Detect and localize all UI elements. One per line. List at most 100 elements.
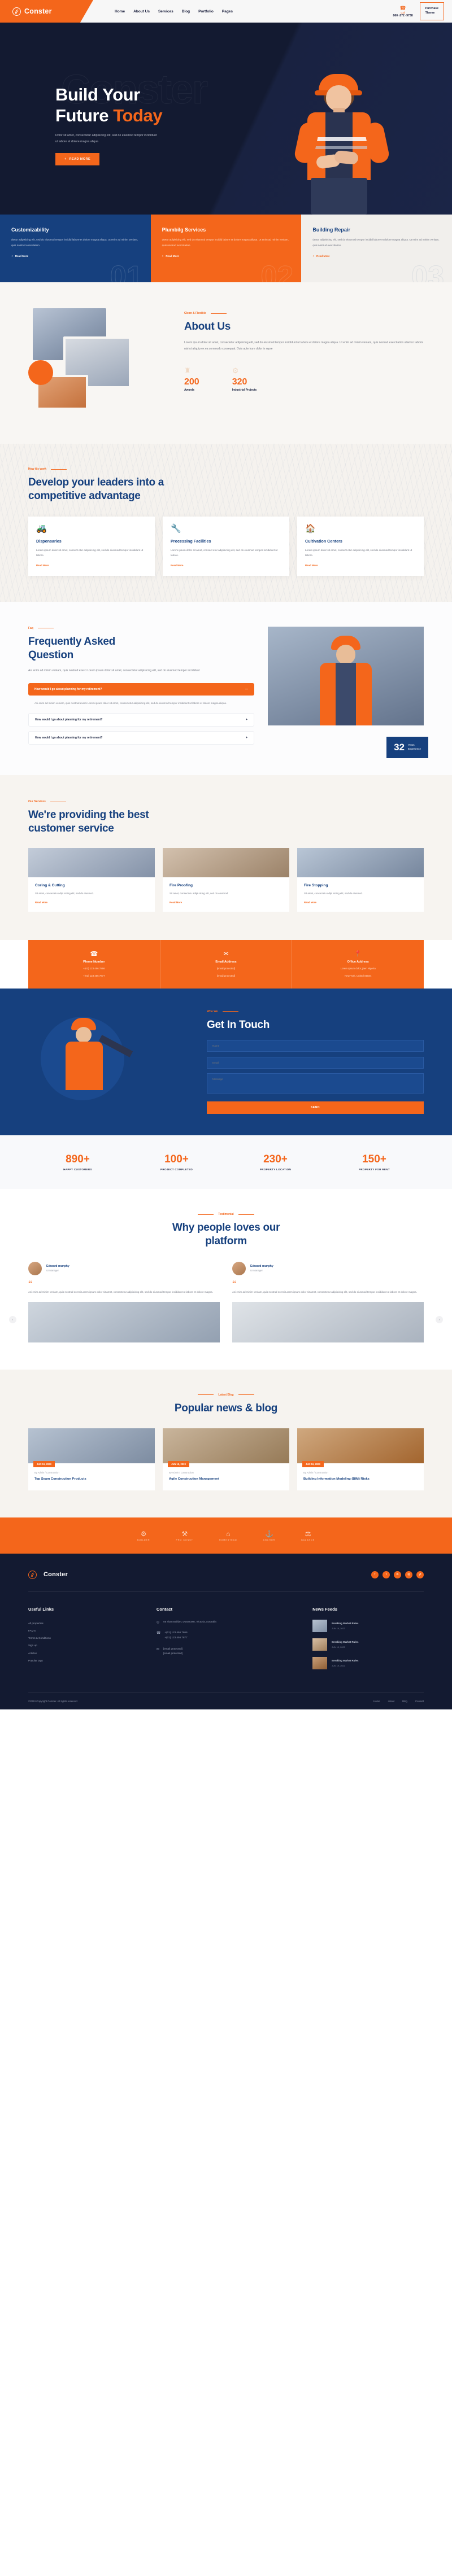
services-section: Our Services We're providing the best cu… xyxy=(0,775,452,940)
brand-label: PRO CONST xyxy=(176,1538,193,1541)
service-card-fire-proofing[interactable]: Fire Proofing Sit amet, consectetu adipi… xyxy=(163,847,289,912)
footer-link[interactable]: Articles xyxy=(28,1650,140,1657)
feature-title: Building Repair xyxy=(312,227,350,233)
stat-awards: ♜ 200 Awards xyxy=(184,367,199,392)
card-dispensaries[interactable]: 🚜 Dispensaries Lorem ipsum dolor sit ame… xyxy=(28,516,155,576)
carousel-next-button[interactable]: › xyxy=(436,1316,443,1324)
service-card-fire-stopping[interactable]: Fire Stopping Sit amet, consectetu adipi… xyxy=(297,847,424,912)
footer-news-feeds: News Feeds Breaking Market Rules JUN 19,… xyxy=(312,1607,424,1676)
cta-phone[interactable]: ☎ Phone Number +(01) 123 456 7866 +(01) … xyxy=(28,939,160,989)
footer-phones: +(01) 123 456 7866 +(01) 123 456 7877 xyxy=(164,1630,187,1640)
message-field[interactable] xyxy=(207,1073,424,1094)
card-title: Processing Facilities xyxy=(171,538,211,544)
feature-read-more[interactable]: + Read More xyxy=(11,255,140,257)
footer-link[interactable]: Sign up xyxy=(28,1642,140,1649)
footer-email-row: ✉ [email protected] [email protected] xyxy=(157,1647,295,1656)
blog-date: JUN 19, 2023 xyxy=(302,1461,324,1468)
hero-figure xyxy=(186,23,452,215)
testimonial-text: Asi enim ad minim veniam, quis nostrud e… xyxy=(232,1291,417,1294)
cta-strip: ☎ Phone Number +(01) 123 456 7866 +(01) … xyxy=(28,939,424,989)
footer-link[interactable]: Popular tags xyxy=(28,1657,140,1664)
service-text: Sit amet, consectetu adipi sicing elit, … xyxy=(169,891,229,895)
cta-address[interactable]: 📍 Office Address Lorem Ipsum dolor, jaen… xyxy=(292,940,424,989)
faq-question-toggle[interactable]: How would I go about planning for my ret… xyxy=(28,731,254,745)
contact-title: Get In Touch xyxy=(207,1018,270,1031)
service-read-more[interactable]: Read More xyxy=(169,901,282,904)
footer-news-item[interactable]: Breaking Market Rules JUN 19, 2023 xyxy=(312,1638,424,1651)
youtube-icon[interactable]: yt xyxy=(416,1571,424,1578)
feature-read-more[interactable]: + Read More xyxy=(312,255,441,257)
facebook-icon[interactable]: f xyxy=(371,1571,379,1578)
card-read-more[interactable]: Read More xyxy=(305,564,416,567)
nav-item-portfolio[interactable]: Portfolio xyxy=(198,10,214,14)
blog-post-card[interactable]: JUN 19, 2023 By Admin / Construction Bui… xyxy=(297,1428,424,1490)
blog-meta: By Admin / Construction xyxy=(303,1471,328,1475)
faq-question-toggle[interactable]: How would I go about planning for my ret… xyxy=(28,683,254,696)
contact-section: Who We Get In Touch SEND xyxy=(0,988,452,1136)
about-kicker: Clean & Flexible xyxy=(184,312,424,315)
feature-number: 02 xyxy=(260,260,294,283)
footer-logo-text: Conster xyxy=(44,1571,68,1578)
news-thumbnail xyxy=(312,1638,328,1651)
blog-post-card[interactable]: JUN 19, 2023 By Admin / Construction Agi… xyxy=(163,1428,289,1490)
footer-news-item[interactable]: Breaking Market Rules JUN 19, 2023 xyxy=(312,1656,424,1669)
feature-read-more[interactable]: + Read More xyxy=(162,255,290,257)
nav-item-services[interactable]: Services xyxy=(158,10,173,14)
service-title: Fire Stopping xyxy=(304,883,328,887)
carousel-prev-button[interactable]: ‹ xyxy=(9,1316,16,1324)
hero-read-more-button[interactable]: + READ MORE xyxy=(55,153,100,166)
faq-intro: Asi enim ad minim veniam, quis nostrud e… xyxy=(28,669,200,673)
linkedin-icon[interactable]: in xyxy=(394,1571,401,1578)
counter-number: 890+ xyxy=(66,1153,90,1166)
service-text: Sit amet, consectetu adipi sicing elit, … xyxy=(35,891,94,895)
send-button[interactable]: SEND xyxy=(207,1101,424,1114)
truck-icon: 🚜 xyxy=(36,523,47,533)
card-read-more[interactable]: Read More xyxy=(171,564,281,567)
cta-title: Phone Number xyxy=(83,960,105,964)
nav-item-about[interactable]: About Us xyxy=(133,10,150,14)
feature-card-customizability[interactable]: 01 Customizability dtetur adipisicing el… xyxy=(0,215,151,282)
footer-logo[interactable]: Conster xyxy=(28,1570,68,1579)
cta-title: Email Address xyxy=(215,960,237,964)
logo[interactable]: Conster xyxy=(0,0,93,23)
footer-link[interactable]: All properties xyxy=(28,1620,140,1627)
footer-link[interactable]: FAQ'S xyxy=(28,1627,140,1634)
footer-link[interactable]: Terms & Conditions xyxy=(28,1634,140,1642)
counter-property-location: 230+ PROPERTY LOCATION xyxy=(226,1153,325,1171)
service-read-more[interactable]: Read More xyxy=(35,901,148,904)
blog-post-card[interactable]: JUN 19, 2023 By Admin / Construction Top… xyxy=(28,1428,155,1490)
feature-card-building-repair[interactable]: 03 Building Repair dtetur adipisicing el… xyxy=(301,215,452,282)
hero-copy: Build Your Future Today Dolor sit amet, … xyxy=(0,23,186,215)
testimonials-kicker: Testimonial xyxy=(28,1213,424,1216)
card-read-more[interactable]: Read More xyxy=(36,564,147,567)
nav-item-home[interactable]: Home xyxy=(115,10,125,14)
name-field[interactable] xyxy=(207,1040,424,1052)
nav-item-blog[interactable]: Blog xyxy=(182,10,190,14)
blog-meta: By Admin / Construction xyxy=(34,1471,59,1475)
footer-bottom-link[interactable]: Home xyxy=(373,1700,380,1703)
instagram-icon[interactable]: ig xyxy=(405,1571,412,1578)
purchase-theme-button[interactable]: Purchase Theme xyxy=(419,2,444,20)
footer-columns: Useful Links All properties FAQ'S Terms … xyxy=(28,1592,424,1692)
hero-title-line-2-plain: Future xyxy=(55,105,114,125)
counter-projects-completed: 100+ PROJECT COMPLETED xyxy=(127,1153,226,1171)
service-card-coring-cutting[interactable]: Coring & Cutting Sit amet, consectetu ad… xyxy=(28,847,155,912)
stat-label: Industrial Projects xyxy=(232,388,257,392)
feature-card-plumbing[interactable]: 02 Plumbilg Services dtetur adipisicing … xyxy=(150,215,302,283)
card-cultivation-centers[interactable]: 🏠 Cultivation Centers Lorem ipsum dolor … xyxy=(297,516,424,576)
faq-question-toggle[interactable]: How would I go about planning for my ret… xyxy=(28,713,254,727)
footer-bottom-link[interactable]: About xyxy=(388,1700,394,1703)
experience-label-1: Years xyxy=(408,744,415,747)
email-field[interactable] xyxy=(207,1057,424,1069)
faq-item-3: How would I go about planning for my ret… xyxy=(28,731,254,745)
footer-bottom-link[interactable]: Contact xyxy=(415,1700,424,1703)
nav-item-pages[interactable]: Pages xyxy=(222,10,233,14)
footer-bottom-link[interactable]: Blog xyxy=(402,1700,407,1703)
service-read-more[interactable]: Read More xyxy=(304,901,417,904)
card-processing-facilities[interactable]: 🔧 Processing Facilities Lorem ipsum dolo… xyxy=(163,516,289,576)
footer-news-item[interactable]: Breaking Market Rules JUN 19, 2023 xyxy=(312,1619,424,1632)
call-block[interactable]: ☎ Call 860 -272 -9738 xyxy=(393,5,412,18)
twitter-icon[interactable]: t xyxy=(383,1571,390,1578)
cta-email[interactable]: ✉ Email Address [email protected] [email… xyxy=(160,939,293,989)
service-text: Sit amet, consectetu adipi sicing elit, … xyxy=(304,891,363,895)
